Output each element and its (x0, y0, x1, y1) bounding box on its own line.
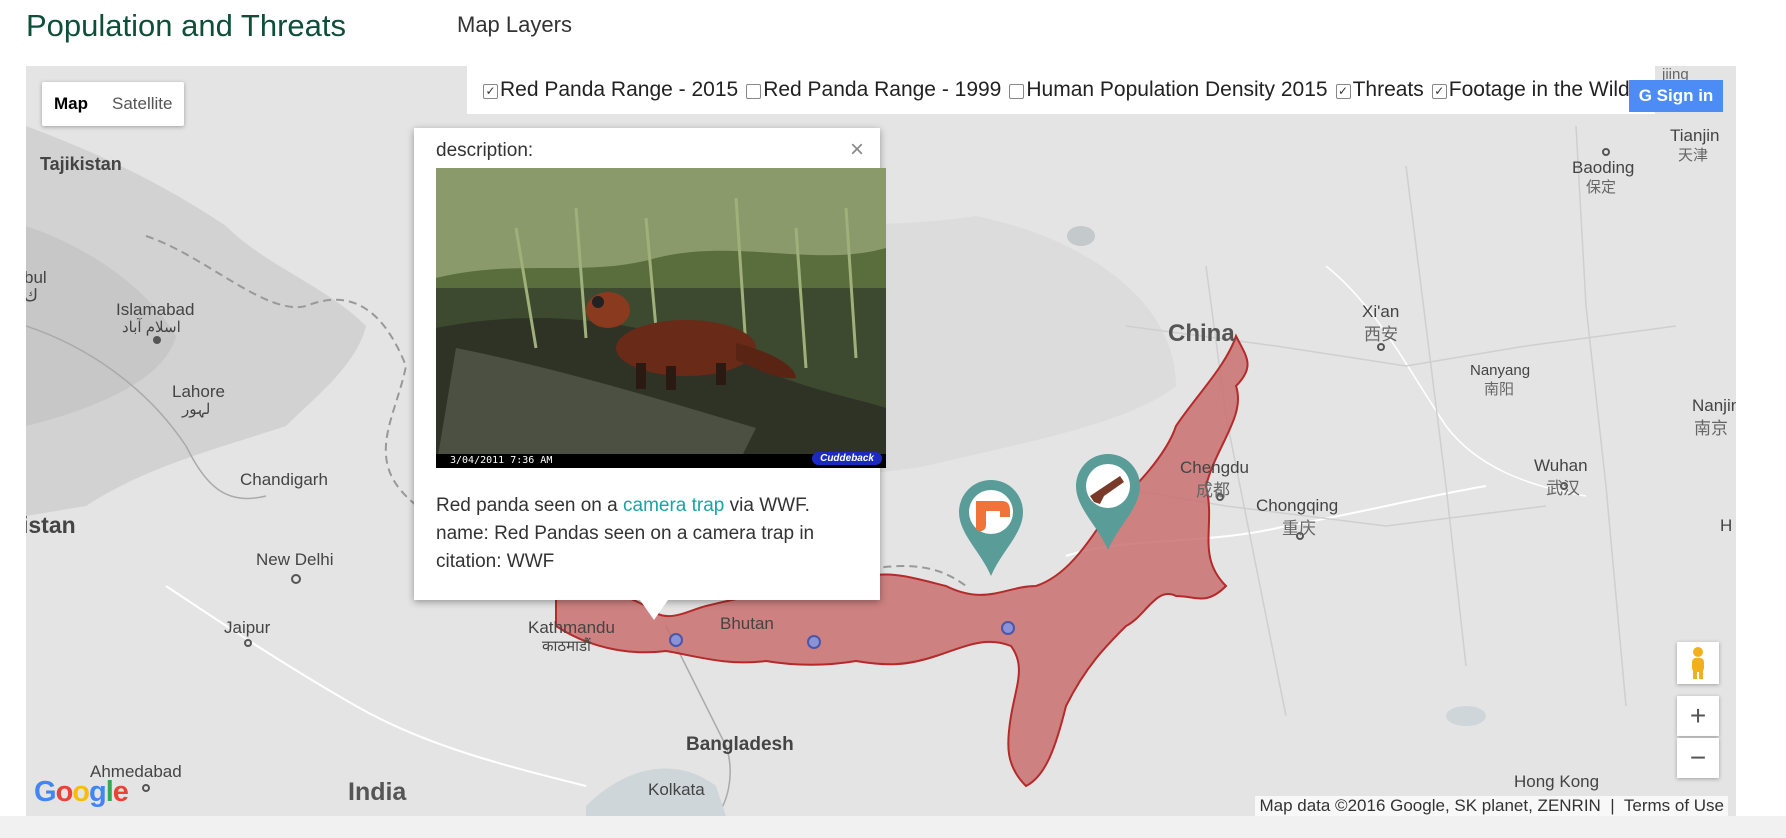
zoom-in-button[interactable]: + (1677, 696, 1719, 736)
label-kathmandu: Kathmandu (528, 618, 615, 637)
popup-line-name: name: Red Pandas seen on a camera trap i… (436, 523, 815, 544)
label-kolkata: Kolkata (648, 780, 705, 799)
google-g-icon: G (1638, 86, 1657, 105)
label-jaipur: Jaipur (224, 618, 271, 637)
label-new-delhi: New Delhi (256, 550, 334, 569)
layer-footage[interactable]: ✓ Footage in the Wild (1431, 78, 1630, 102)
label-bangladesh: Bangladesh (686, 734, 794, 755)
pegman-icon[interactable] (1677, 642, 1719, 684)
label-wuhan: Wuhan (1534, 456, 1588, 475)
sign-in-button[interactable]: G Sign in (1629, 80, 1723, 112)
popup-text: Red panda seen on a camera trap via WWF.… (436, 492, 814, 576)
label-xian-local: 西安 (1364, 325, 1398, 344)
label-baoding-local: 保定 (1586, 179, 1617, 196)
info-window: × description: 3/04/2011 7:36 AM Cuddeba… (414, 128, 886, 620)
label-islamabad: Islamabad (116, 300, 195, 319)
label-nanjing: Nanjin (1692, 396, 1736, 415)
label-nanyang-local: 南阳 (1484, 381, 1515, 398)
label-lahore: Lahore (172, 382, 225, 401)
label-baoding: Baoding (1572, 158, 1635, 177)
terms-of-use-link[interactable]: Terms of Use (1624, 796, 1724, 815)
map-type-map-button[interactable]: Map (42, 82, 100, 126)
label-istan: istan (26, 512, 76, 538)
map-layers-title: Map Layers (457, 12, 572, 37)
camera-trap-link[interactable]: camera trap (623, 495, 724, 516)
page-title: Population and Threats (26, 8, 346, 43)
label-nanyang: Nanyang (1470, 362, 1531, 379)
label-chengdu-local: 成都 (1196, 481, 1230, 500)
description-label: description: (436, 140, 534, 161)
label-bhutan: Bhutan (720, 614, 774, 633)
label-hong-kong: Hong Kong (1514, 772, 1600, 791)
label-tianjin: Tianjin (1670, 126, 1720, 145)
label-kathmandu-local: काठमाडौं (542, 638, 591, 655)
checkbox-range-2015[interactable]: ✓ (483, 83, 498, 99)
label-india: India (348, 778, 407, 806)
layer-range-1999[interactable]: Red Panda Range - 1999 (746, 78, 1001, 102)
map-type-satellite-button[interactable]: Satellite (100, 82, 184, 126)
checkbox-threats[interactable]: ✓ (1335, 83, 1351, 99)
camera-trap-photo: 3/04/2011 7:36 AM Cuddeback (436, 168, 886, 468)
label-islamabad-local: اسلام آباد (122, 319, 181, 336)
popup-line-1: Red panda seen on a camera trap via WWF. (436, 495, 810, 516)
close-icon[interactable]: × (850, 136, 864, 164)
checkbox-footage[interactable]: ✓ (1431, 83, 1447, 99)
layer-population-density[interactable]: Human Population Density 2015 (1009, 78, 1328, 102)
checkbox-range-1999[interactable] (746, 83, 762, 99)
popup-line-citation: citation: WWF (436, 551, 555, 572)
map-type-control: Map Satellite (42, 82, 185, 126)
label-xian: Xi'an (1362, 302, 1400, 321)
label-lahore-local: لہور (182, 401, 211, 418)
label-tajikistan: Tajikistan (40, 154, 122, 174)
photo-timestamp: 3/04/2011 7:36 AM (450, 455, 553, 466)
map-attribution: Map data ©2016 Google, SK planet, ZENRIN… (1255, 796, 1728, 816)
label-chandigarh: Chandigarh (240, 470, 328, 489)
label-chengdu: Chengdu (1180, 458, 1250, 477)
checkbox-population-density[interactable] (1009, 83, 1025, 99)
map[interactable]: Tajikistan bul ك Islamabad اسلام آباد La… (26, 66, 1736, 816)
label-china: China (1168, 320, 1235, 347)
label-tianjin-local: 天津 (1678, 147, 1709, 164)
map-layers-bar: ✓ Red Panda Range - 2015 Red Panda Range … (467, 66, 1655, 114)
label-wuhan-local: 武汉 (1546, 479, 1580, 498)
label-nanjing-local: 南京 (1694, 419, 1728, 438)
label-chongqing-local: 重庆 (1282, 519, 1316, 538)
layer-threats[interactable]: ✓ Threats (1335, 78, 1424, 102)
zoom-out-button[interactable]: − (1677, 738, 1719, 778)
camera-brand-logo: Cuddeback (812, 452, 882, 465)
google-logo: Google (34, 776, 129, 808)
layer-range-2015[interactable]: ✓ Red Panda Range - 2015 (483, 78, 738, 102)
label-h: H (1720, 516, 1733, 535)
label-chongqing: Chongqing (1256, 496, 1339, 515)
label-kabul-local: ك (26, 286, 39, 305)
label-kabul: bul (26, 268, 47, 287)
bottom-strip (0, 816, 1786, 838)
